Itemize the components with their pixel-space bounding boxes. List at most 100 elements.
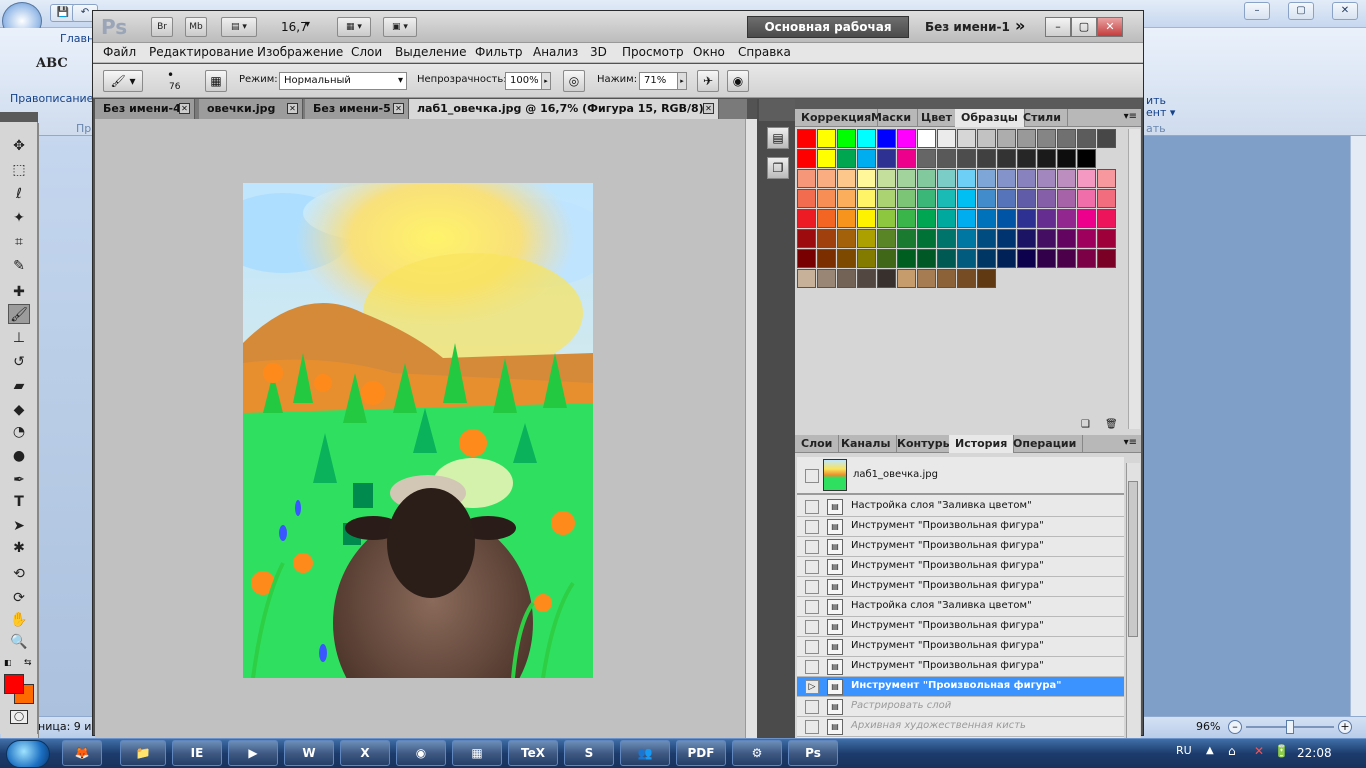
color-swatch[interactable] bbox=[1077, 249, 1096, 268]
color-swatch[interactable] bbox=[997, 249, 1016, 268]
color-swatch[interactable] bbox=[997, 189, 1016, 208]
tab-styles[interactable]: Стили bbox=[1017, 109, 1068, 127]
start-button[interactable] bbox=[6, 740, 50, 768]
history-checkbox[interactable] bbox=[805, 640, 819, 654]
view-extras-dropdown[interactable]: ▤ ▾ bbox=[221, 17, 257, 37]
history-checkbox[interactable] bbox=[805, 560, 819, 574]
color-swatch[interactable] bbox=[797, 149, 816, 168]
tablet-opacity-pressure-icon[interactable]: ◎ bbox=[563, 70, 585, 92]
menu-filter[interactable]: Фильтр bbox=[475, 45, 522, 59]
color-swatch[interactable] bbox=[877, 169, 896, 188]
dodge-tool-icon[interactable]: ● bbox=[8, 446, 30, 466]
ps-minimize-button[interactable]: – bbox=[1045, 17, 1071, 37]
color-swatch[interactable] bbox=[837, 209, 856, 228]
color-swatch[interactable] bbox=[797, 169, 816, 188]
color-swatch[interactable] bbox=[977, 249, 996, 268]
color-swatch[interactable] bbox=[897, 189, 916, 208]
color-swatch[interactable] bbox=[977, 129, 996, 148]
color-swatch[interactable] bbox=[977, 269, 996, 288]
tab-lab1-ovechka[interactable]: лаб1_овечка.jpg @ 16,7% (Фигура 15, RGB/… bbox=[409, 99, 719, 119]
color-swatch[interactable] bbox=[1057, 129, 1076, 148]
color-swatch[interactable] bbox=[857, 269, 876, 288]
color-swatch[interactable] bbox=[1077, 149, 1096, 168]
panel-icon-layers[interactable]: ❐ bbox=[767, 157, 789, 179]
color-swatch[interactable] bbox=[1057, 189, 1076, 208]
color-swatch[interactable] bbox=[857, 249, 876, 268]
color-swatch[interactable] bbox=[797, 269, 816, 288]
history-item[interactable]: ▤ Инструмент "Произвольная фигура" bbox=[797, 537, 1124, 557]
3d-orbit-tool-icon[interactable]: ⟳ bbox=[8, 588, 30, 608]
quick-mask-icon[interactable]: ◯ bbox=[10, 710, 28, 724]
close-icon[interactable]: ✕ bbox=[703, 103, 714, 114]
color-swatch[interactable] bbox=[1037, 249, 1056, 268]
taskbar-tex-icon[interactable]: TeX bbox=[508, 740, 558, 766]
panel-icon-notes[interactable]: ▤ bbox=[767, 127, 789, 149]
history-item[interactable]: ▤ Инструмент "Произвольная фигура" bbox=[797, 657, 1124, 677]
history-item[interactable]: ▤ Инструмент "Произвольная фигура" bbox=[797, 637, 1124, 657]
document-artwork[interactable] bbox=[243, 183, 593, 678]
zoom-level[interactable]: 16,7 bbox=[281, 20, 308, 34]
history-item[interactable]: ▤ Инструмент "Произвольная фигура" bbox=[797, 617, 1124, 637]
color-swatch[interactable] bbox=[817, 169, 836, 188]
color-swatch[interactable] bbox=[837, 189, 856, 208]
color-swatch[interactable] bbox=[1037, 209, 1056, 228]
move-tool-icon[interactable]: ✥ bbox=[8, 136, 30, 156]
tab-actions[interactable]: Операции bbox=[1007, 435, 1084, 453]
word-minimize-button[interactable]: – bbox=[1244, 2, 1270, 20]
menu-select[interactable]: Выделение bbox=[395, 45, 466, 59]
word-zoom-value[interactable]: 96% bbox=[1196, 720, 1220, 733]
color-swatch[interactable] bbox=[1037, 129, 1056, 148]
panel-menu-icon[interactable]: ▾≡ bbox=[1124, 437, 1137, 448]
tab-ovechki[interactable]: овечки.jpg ✕ bbox=[199, 99, 303, 119]
taskbar-ie-icon[interactable]: IE bbox=[172, 740, 222, 766]
color-swatch[interactable] bbox=[957, 269, 976, 288]
clone-stamp-tool-icon[interactable]: ⊥ bbox=[8, 328, 30, 348]
color-swatch[interactable] bbox=[937, 269, 956, 288]
delete-swatch-icon[interactable]: 🗑 bbox=[1105, 419, 1118, 430]
color-swatch[interactable] bbox=[897, 129, 916, 148]
eyedropper-tool-icon[interactable]: ✎ bbox=[8, 256, 30, 276]
history-item[interactable]: ▤ Инструмент "Произвольная фигура" bbox=[797, 557, 1124, 577]
menu-image[interactable]: Изображение bbox=[257, 45, 343, 59]
color-swatch[interactable] bbox=[837, 129, 856, 148]
color-swatch[interactable] bbox=[917, 149, 936, 168]
lasso-tool-icon[interactable]: ℓ bbox=[8, 184, 30, 204]
color-swatch[interactable] bbox=[797, 129, 816, 148]
history-item[interactable]: ▤ Настройка слоя "Заливка цветом" bbox=[797, 597, 1124, 617]
history-checkbox[interactable] bbox=[805, 720, 819, 734]
history-checkbox[interactable]: ▷ bbox=[805, 680, 819, 694]
canvas-vertical-scrollbar[interactable] bbox=[745, 119, 757, 745]
taskbar-explorer-icon[interactable]: 📁 bbox=[120, 740, 166, 766]
chevron-down-icon[interactable]: ▾ bbox=[305, 19, 310, 30]
color-swatch[interactable] bbox=[1077, 229, 1096, 248]
color-swatch[interactable] bbox=[877, 209, 896, 228]
eraser-tool-icon[interactable]: ▰ bbox=[8, 376, 30, 396]
color-swatch[interactable] bbox=[1077, 129, 1096, 148]
color-swatch[interactable] bbox=[1037, 149, 1056, 168]
word-zoom-out-button[interactable]: – bbox=[1228, 720, 1242, 734]
word-zoom-slider-thumb[interactable] bbox=[1286, 720, 1294, 734]
color-swatch[interactable] bbox=[1017, 209, 1036, 228]
taskbar-skype-icon[interactable]: S bbox=[564, 740, 614, 766]
close-icon[interactable]: ✕ bbox=[287, 103, 298, 114]
color-swatch[interactable] bbox=[877, 249, 896, 268]
color-swatch[interactable] bbox=[797, 229, 816, 248]
spelling-button[interactable]: Правописание bbox=[10, 92, 93, 105]
color-swatch[interactable] bbox=[797, 249, 816, 268]
color-swatch[interactable] bbox=[1057, 249, 1076, 268]
brush-panel-toggle-icon[interactable]: ▦ bbox=[205, 70, 227, 92]
tablet-size-pressure-icon[interactable]: ◉ bbox=[727, 70, 749, 92]
arrange-documents-dropdown[interactable]: ▦ ▾ bbox=[337, 17, 371, 37]
color-swatch[interactable] bbox=[917, 249, 936, 268]
menu-view[interactable]: Просмотр bbox=[622, 45, 684, 59]
color-swatch[interactable] bbox=[917, 129, 936, 148]
tools-panel-header[interactable] bbox=[0, 112, 38, 122]
history-item[interactable]: ▤ Настройка слоя "Заливка цветом" bbox=[797, 497, 1124, 517]
color-swatch[interactable] bbox=[1037, 229, 1056, 248]
flow-slider-arrow-icon[interactable]: ▸ bbox=[677, 72, 687, 90]
taskbar-contacts-icon[interactable]: 👥 bbox=[620, 740, 670, 766]
history-checkbox[interactable] bbox=[805, 700, 819, 714]
bridge-button[interactable]: Br bbox=[151, 17, 173, 37]
color-swatch[interactable] bbox=[917, 269, 936, 288]
color-swatch[interactable] bbox=[857, 189, 876, 208]
